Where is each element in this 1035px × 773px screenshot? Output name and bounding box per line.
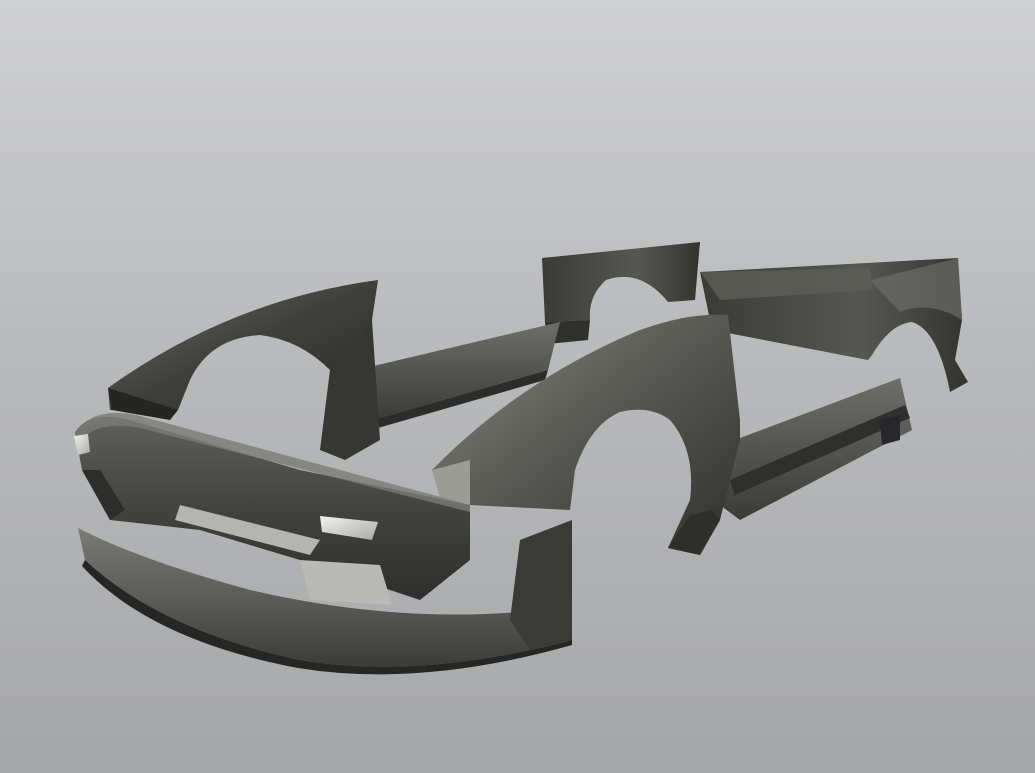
left-indicator-lens	[74, 434, 90, 455]
rear-right-fender	[700, 258, 968, 392]
right-side-skirt	[720, 378, 912, 520]
render-viewport	[0, 0, 1035, 773]
body-kit-render	[74, 242, 968, 675]
